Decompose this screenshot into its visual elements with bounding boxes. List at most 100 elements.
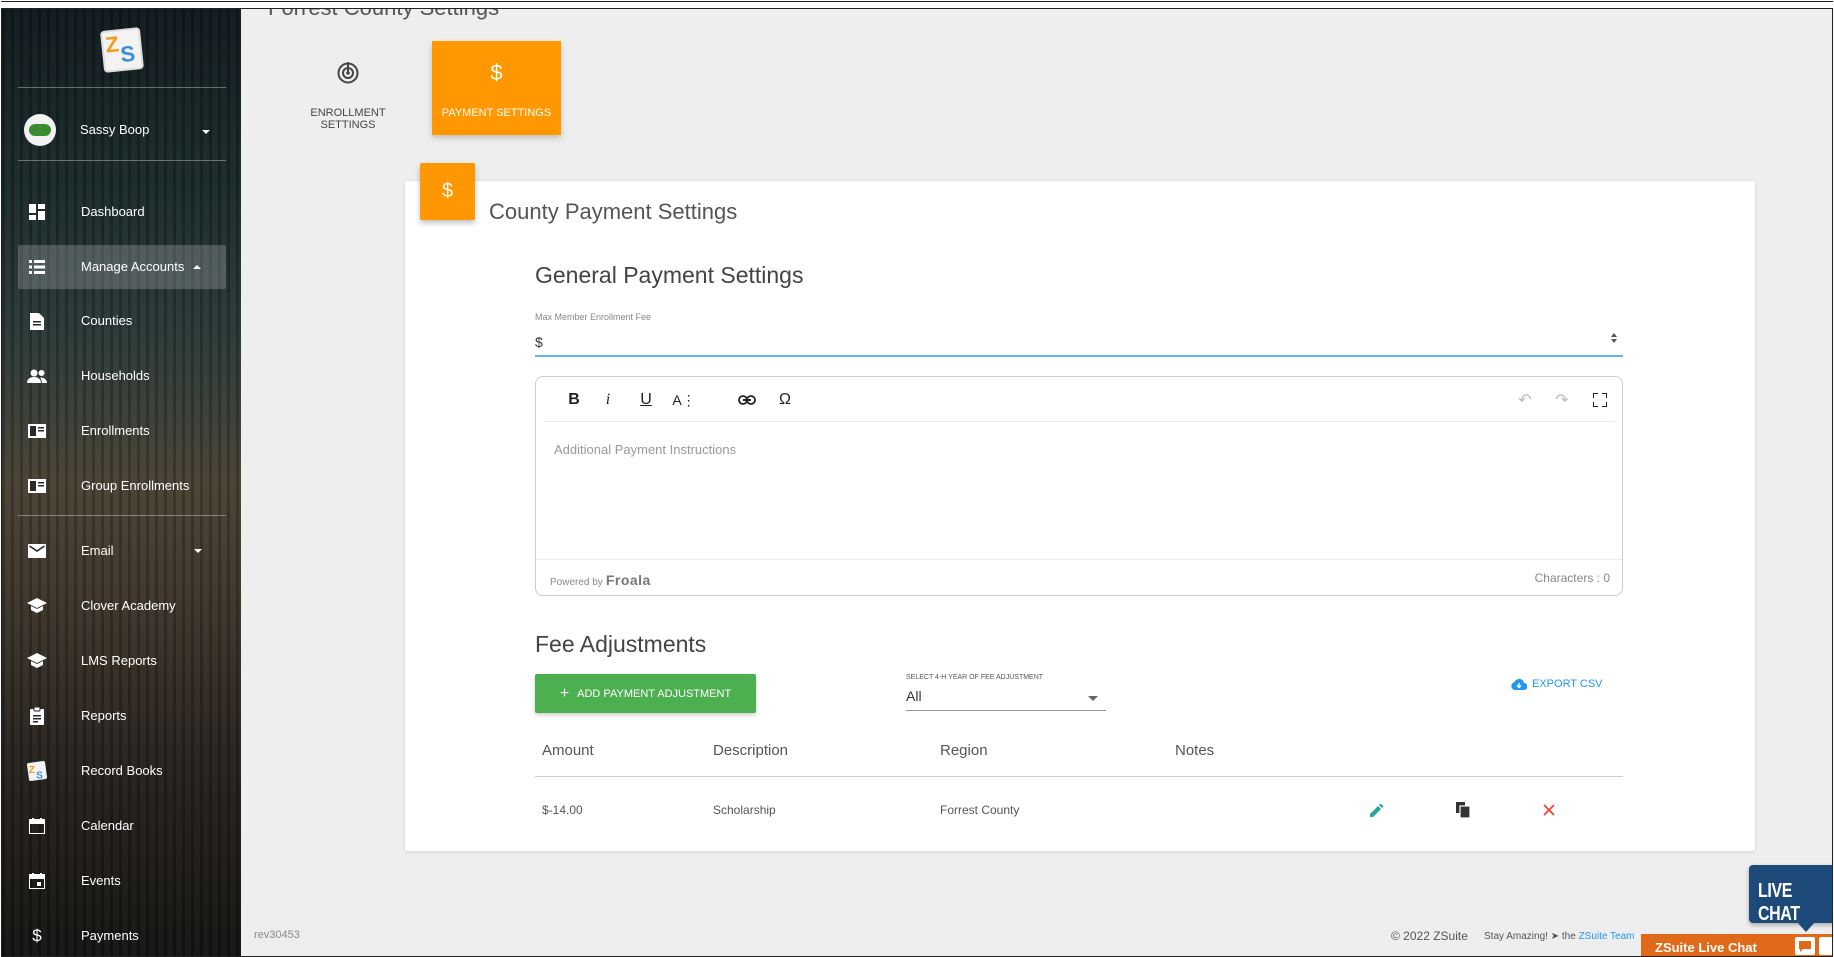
svg-text:Z: Z (29, 765, 35, 776)
max-enrollment-fee-input[interactable]: $ (535, 327, 1623, 357)
sidebar-item-events[interactable]: Events (18, 859, 226, 903)
sidebar-item-manage-accounts[interactable]: Manage Accounts (18, 245, 226, 289)
people-icon (27, 366, 47, 386)
tab-enrollment-settings[interactable]: ENROLLMENT SETTINGS (283, 41, 413, 135)
cell-region: Forrest County (940, 803, 1020, 817)
payment-instructions-editor: B i U A⋮ Ω ↶ ↷ Additional Payment Instru… (535, 376, 1623, 596)
sidebar-item-label: Enrollments (81, 423, 150, 438)
app-window: ZS Sassy Boop Dashboard Manage Accounts (1, 8, 1833, 957)
export-csv-button[interactable]: EXPORT CSV (1511, 678, 1603, 690)
sidebar-item-households[interactable]: Households (18, 354, 226, 398)
add-payment-adjustment-button[interactable]: + ADD PAYMENT ADJUSTMENT (535, 674, 756, 713)
avatar (24, 114, 56, 146)
school-icon (27, 596, 47, 616)
export-csv-label: EXPORT CSV (1532, 678, 1603, 690)
italic-button[interactable]: i (596, 389, 620, 411)
column-header-amount[interactable]: Amount (542, 742, 594, 759)
font-size-button[interactable]: A⋮ (672, 389, 696, 411)
sidebar-item-calendar[interactable]: Calendar (18, 804, 226, 848)
zsuite-logo-icon: ZS (27, 760, 47, 781)
radar-icon (283, 59, 413, 87)
svg-text:S: S (36, 770, 43, 781)
bold-button[interactable]: B (562, 389, 586, 411)
dollar-icon: $ (490, 60, 503, 85)
sidebar-item-label: Clover Academy (81, 598, 176, 613)
sidebar-item-label: Counties (81, 313, 133, 328)
email-icon (27, 541, 47, 561)
chevron-down-icon (202, 130, 210, 134)
sidebar-item-label: Calendar (81, 818, 134, 833)
sidebar-item-label: Payments (81, 928, 139, 943)
number-stepper-icon[interactable] (1611, 333, 1619, 343)
card-badge-dollar-icon: $ (420, 163, 475, 220)
profile-menu[interactable]: Sassy Boop (18, 109, 226, 153)
page-title-area: Forrest County Settings (242, 9, 642, 21)
sidebar-item-clover-academy[interactable]: Clover Academy (18, 584, 226, 628)
editor-footer: Powered by Froala Characters : 0 (536, 559, 1622, 595)
powered-by: Powered by Froala (550, 572, 651, 588)
column-header-notes[interactable]: Notes (1175, 742, 1214, 759)
fee-adjustments-title: Fee Adjustments (535, 631, 707, 657)
chat-bubble-icon[interactable] (1795, 937, 1815, 955)
profile-name: Sassy Boop (80, 122, 150, 137)
redo-button[interactable]: ↷ (1550, 389, 1574, 411)
underline-button[interactable]: U (634, 389, 658, 411)
dollar-icon: $ (32, 926, 42, 945)
dashboard-icon (27, 202, 47, 222)
editor-toolbar: B i U A⋮ Ω ↶ ↷ (544, 377, 1614, 422)
year-select[interactable]: All (906, 685, 1106, 711)
sidebar-item-reports[interactable]: Reports (18, 694, 226, 738)
sidebar-item-label: Manage Accounts (81, 259, 185, 274)
column-header-description[interactable]: Description (713, 742, 788, 759)
live-chat-bar[interactable]: ZSuite Live Chat (1641, 934, 1832, 956)
sidebar-item-label: Events (81, 873, 121, 888)
undo-button[interactable]: ↶ (1513, 389, 1537, 411)
chevron-down-icon (194, 549, 202, 553)
rocket-icon: ➤ (1550, 931, 1560, 942)
copy-button[interactable] (1451, 798, 1475, 822)
footer-tagline: Stay Amazing! ➤ the ZSuite Team (1484, 931, 1635, 942)
card-title: County Payment Settings (489, 199, 738, 224)
zsuite-team-link[interactable]: ZSuite Team (1579, 931, 1635, 942)
minimize-chat-icon[interactable] (1819, 937, 1832, 955)
sidebar-item-counties[interactable]: Counties (18, 299, 226, 343)
sidebar-item-enrollments[interactable]: Enrollments (18, 409, 226, 453)
sidebar-item-record-books[interactable]: ZS Record Books (18, 749, 226, 793)
chevron-up-icon (193, 265, 201, 269)
sidebar-item-group-enrollments[interactable]: Group Enrollments (18, 464, 226, 508)
column-header-region[interactable]: Region (940, 742, 988, 759)
copy-icon (1456, 802, 1470, 818)
dropdown-arrow-icon (1088, 696, 1098, 701)
tab-label: PAYMENT SETTINGS (441, 107, 552, 119)
sidebar-item-label: Record Books (81, 763, 163, 778)
fullscreen-button[interactable] (1588, 389, 1612, 411)
zsuite-logo[interactable]: ZS (99, 27, 145, 73)
link-icon (738, 395, 756, 405)
sidebar-item-email[interactable]: Email (18, 529, 226, 573)
edit-button[interactable] (1365, 798, 1389, 822)
live-chat-label: ZSuite Live Chat (1655, 940, 1757, 955)
cloud-download-icon (1511, 678, 1527, 690)
insert-link-button[interactable] (735, 389, 759, 411)
sidebar-divider (18, 515, 226, 516)
sidebar-item-lms-reports[interactable]: LMS Reports (18, 639, 226, 683)
live-chat-badge[interactable]: LIVE CHAT (1749, 865, 1832, 932)
sidebar-item-label: Dashboard (81, 204, 145, 219)
tab-payment-settings[interactable]: $ PAYMENT SETTINGS (432, 41, 561, 135)
sidebar-item-label: Households (81, 368, 150, 383)
delete-button[interactable] (1537, 798, 1561, 822)
table-row: $-14.00 Scholarship Forrest County (535, 781, 1623, 841)
fullscreen-icon (1593, 393, 1607, 407)
sidebar-item-label: Email (81, 543, 114, 558)
sidebar-item-dashboard[interactable]: Dashboard (18, 190, 226, 234)
plus-icon: + (559, 684, 570, 702)
document-icon (27, 311, 47, 331)
sidebar-item-label: LMS Reports (81, 653, 157, 668)
book-icon (27, 421, 47, 441)
sidebar-item-payments[interactable]: $ Payments (18, 914, 226, 956)
editor-placeholder[interactable]: Additional Payment Instructions (554, 442, 736, 457)
tab-label: ENROLLMENT SETTINGS (310, 107, 386, 131)
close-icon (1543, 804, 1555, 816)
froala-logo: Froala (605, 572, 651, 588)
special-characters-button[interactable]: Ω (773, 389, 797, 411)
